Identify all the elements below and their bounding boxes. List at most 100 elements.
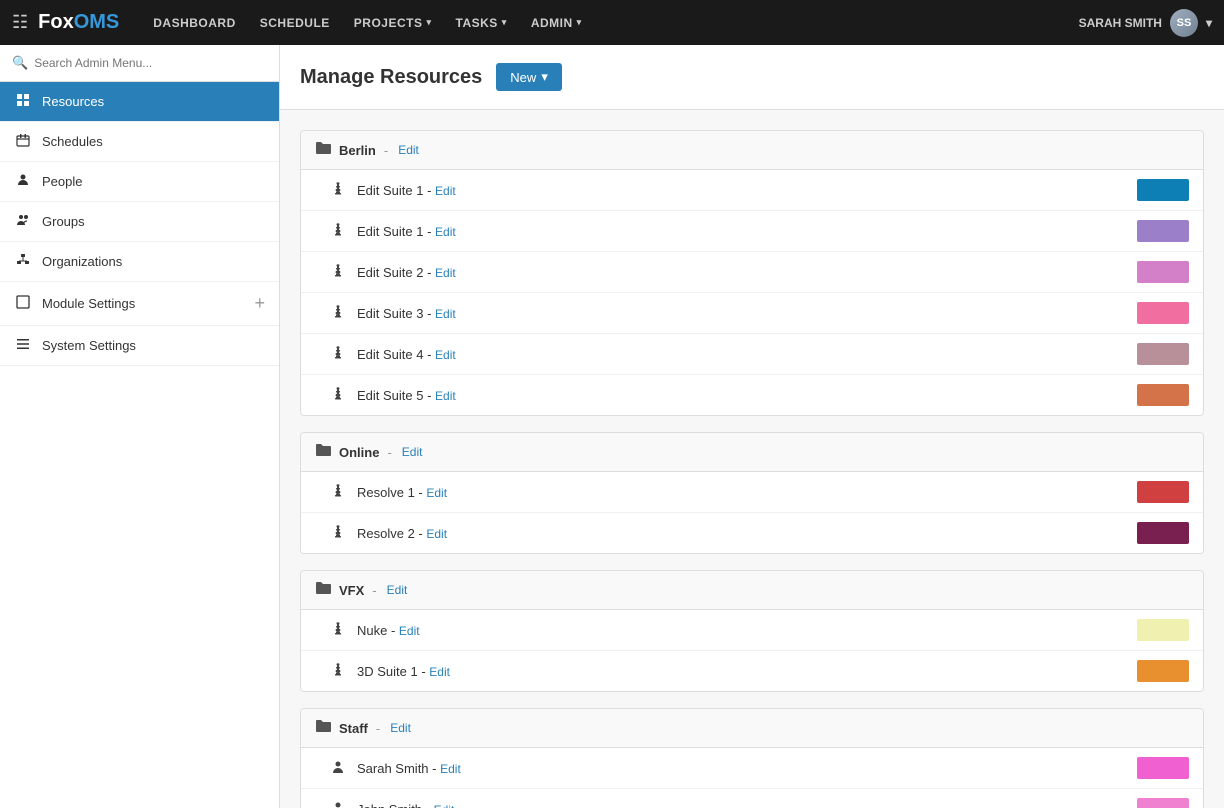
group-name: VFX bbox=[339, 583, 364, 598]
resource-edit-link-r1[interactable]: Edit bbox=[426, 486, 447, 500]
resource-edit-link-es1a[interactable]: Edit bbox=[435, 184, 456, 198]
resource-name: Resolve 2 - Edit bbox=[357, 526, 1129, 541]
sidebar-item-system-settings[interactable]: System Settings bbox=[0, 326, 279, 366]
resource-item-r2: Resolve 2 - Edit bbox=[301, 513, 1203, 553]
resource-item-es1a: Edit Suite 1 - Edit bbox=[301, 170, 1203, 211]
search-input[interactable] bbox=[34, 56, 267, 70]
resource-item-ss: Sarah Smith - Edit bbox=[301, 748, 1203, 789]
resource-color-swatch bbox=[1137, 660, 1189, 682]
resource-edit-link-es5[interactable]: Edit bbox=[435, 389, 456, 403]
resource-edit-link-es2[interactable]: Edit bbox=[435, 266, 456, 280]
logo: FoxOMS bbox=[38, 11, 119, 34]
user-area[interactable]: SARAH SMITH SS ▾ bbox=[1079, 9, 1212, 37]
resource-color-swatch bbox=[1137, 343, 1189, 365]
resource-color-swatch bbox=[1137, 522, 1189, 544]
group-edit-link-online[interactable]: Edit bbox=[402, 445, 423, 459]
hamburger-icon[interactable]: ☷ bbox=[12, 12, 28, 33]
resource-group-vfx: VFX - EditNuke - Edit3D Suite 1 - Edit bbox=[300, 570, 1204, 692]
top-nav: ☷ FoxOMS DASHBOARD SCHEDULE PROJECTS ▾ T… bbox=[0, 0, 1224, 45]
resource-chess-icon bbox=[331, 387, 349, 404]
nav-links: DASHBOARD SCHEDULE PROJECTS ▾ TASKS ▾ AD… bbox=[143, 10, 1078, 36]
resource-chess-icon bbox=[331, 346, 349, 363]
sidebar: 🔍 Resources Schedules People Gro bbox=[0, 45, 280, 808]
search-icon: 🔍 bbox=[12, 55, 28, 71]
resource-color-swatch bbox=[1137, 261, 1189, 283]
groups-icon bbox=[14, 213, 32, 230]
resource-item-js: John Smith - Edit bbox=[301, 789, 1203, 808]
page-header: Manage Resources New ▾ bbox=[280, 45, 1224, 110]
main-content: Manage Resources New ▾ Berlin - EditEdit… bbox=[280, 45, 1224, 808]
group-edit-link-staff[interactable]: Edit bbox=[390, 721, 411, 735]
resource-item-es5: Edit Suite 5 - Edit bbox=[301, 375, 1203, 415]
resource-item-es1b: Edit Suite 1 - Edit bbox=[301, 211, 1203, 252]
group-header-staff: Staff - Edit bbox=[301, 709, 1203, 748]
resource-color-swatch bbox=[1137, 619, 1189, 641]
sidebar-item-people[interactable]: People bbox=[0, 162, 279, 202]
user-name: SARAH SMITH bbox=[1079, 16, 1162, 30]
resource-name: Edit Suite 1 - Edit bbox=[357, 224, 1129, 239]
sidebar-search-container: 🔍 bbox=[0, 45, 279, 82]
sidebar-item-resources[interactable]: Resources bbox=[0, 82, 279, 122]
resource-item-es3: Edit Suite 3 - Edit bbox=[301, 293, 1203, 334]
resource-name: Resolve 1 - Edit bbox=[357, 485, 1129, 500]
sidebar-item-organizations-label: Organizations bbox=[42, 254, 265, 269]
group-edit-link-vfx[interactable]: Edit bbox=[387, 583, 408, 597]
sidebar-item-groups[interactable]: Groups bbox=[0, 202, 279, 242]
resource-item-r1: Resolve 1 - Edit bbox=[301, 472, 1203, 513]
resource-chess-icon bbox=[331, 484, 349, 501]
resource-edit-link-es1b[interactable]: Edit bbox=[435, 225, 456, 239]
group-name: Berlin bbox=[339, 143, 376, 158]
group-header-berlin: Berlin - Edit bbox=[301, 131, 1203, 170]
resource-edit-link-es4[interactable]: Edit bbox=[435, 348, 456, 362]
folder-icon bbox=[315, 719, 331, 737]
resource-chess-icon bbox=[331, 305, 349, 322]
resource-color-swatch bbox=[1137, 220, 1189, 242]
folder-icon bbox=[315, 581, 331, 599]
resource-name: Edit Suite 1 - Edit bbox=[357, 183, 1129, 198]
sidebar-item-module-settings-label: Module Settings bbox=[42, 296, 244, 311]
schedules-icon bbox=[14, 133, 32, 150]
resource-edit-link-js[interactable]: Edit bbox=[434, 803, 455, 808]
group-edit-link-berlin[interactable]: Edit bbox=[398, 143, 419, 157]
sidebar-item-people-label: People bbox=[42, 174, 265, 189]
resource-color-swatch bbox=[1137, 302, 1189, 324]
group-name: Staff bbox=[339, 721, 368, 736]
user-avatar: SS bbox=[1170, 9, 1198, 37]
resource-chess-icon bbox=[331, 182, 349, 199]
user-caret-icon: ▾ bbox=[1206, 16, 1212, 30]
resource-item-3ds1: 3D Suite 1 - Edit bbox=[301, 651, 1203, 691]
sidebar-item-schedules[interactable]: Schedules bbox=[0, 122, 279, 162]
resource-name: John Smith - Edit bbox=[357, 802, 1129, 808]
resource-color-swatch bbox=[1137, 179, 1189, 201]
sidebar-item-module-settings[interactable]: Module Settings + bbox=[0, 282, 279, 326]
resource-color-swatch bbox=[1137, 798, 1189, 808]
resource-group-online: Online - EditResolve 1 - EditResolve 2 -… bbox=[300, 432, 1204, 554]
resource-item-es4: Edit Suite 4 - Edit bbox=[301, 334, 1203, 375]
resource-edit-link-3ds1[interactable]: Edit bbox=[429, 665, 450, 679]
new-button-label: New bbox=[510, 70, 536, 85]
sidebar-item-groups-label: Groups bbox=[42, 214, 265, 229]
nav-projects[interactable]: PROJECTS ▾ bbox=[344, 10, 442, 36]
resource-edit-link-nuke[interactable]: Edit bbox=[399, 624, 420, 638]
sidebar-item-schedules-label: Schedules bbox=[42, 134, 265, 149]
resource-name: Edit Suite 5 - Edit bbox=[357, 388, 1129, 403]
layout: 🔍 Resources Schedules People Gro bbox=[0, 45, 1224, 808]
nav-admin[interactable]: ADMIN ▾ bbox=[521, 10, 592, 36]
resource-chess-icon bbox=[331, 223, 349, 240]
groups-container: Berlin - Edit Edit Suite 1 - Edit Edit Sui… bbox=[300, 130, 1204, 808]
nav-dashboard[interactable]: DASHBOARD bbox=[143, 10, 246, 36]
sidebar-item-organizations[interactable]: Organizations bbox=[0, 242, 279, 282]
resource-edit-link-es3[interactable]: Edit bbox=[435, 307, 456, 321]
nav-tasks[interactable]: TASKS ▾ bbox=[446, 10, 517, 36]
organizations-icon bbox=[14, 253, 32, 270]
nav-schedule[interactable]: SCHEDULE bbox=[250, 10, 340, 36]
module-settings-add-icon[interactable]: + bbox=[254, 293, 265, 314]
new-button-caret-icon: ▾ bbox=[541, 69, 548, 85]
resource-edit-link-ss[interactable]: Edit bbox=[440, 762, 461, 776]
new-button[interactable]: New ▾ bbox=[496, 63, 562, 91]
person-icon bbox=[331, 801, 349, 808]
resource-chess-icon bbox=[331, 264, 349, 281]
resource-group-staff: Staff - EditSarah Smith - Edit John Smith… bbox=[300, 708, 1204, 808]
resource-edit-link-r2[interactable]: Edit bbox=[426, 527, 447, 541]
page-title: Manage Resources bbox=[300, 66, 482, 89]
